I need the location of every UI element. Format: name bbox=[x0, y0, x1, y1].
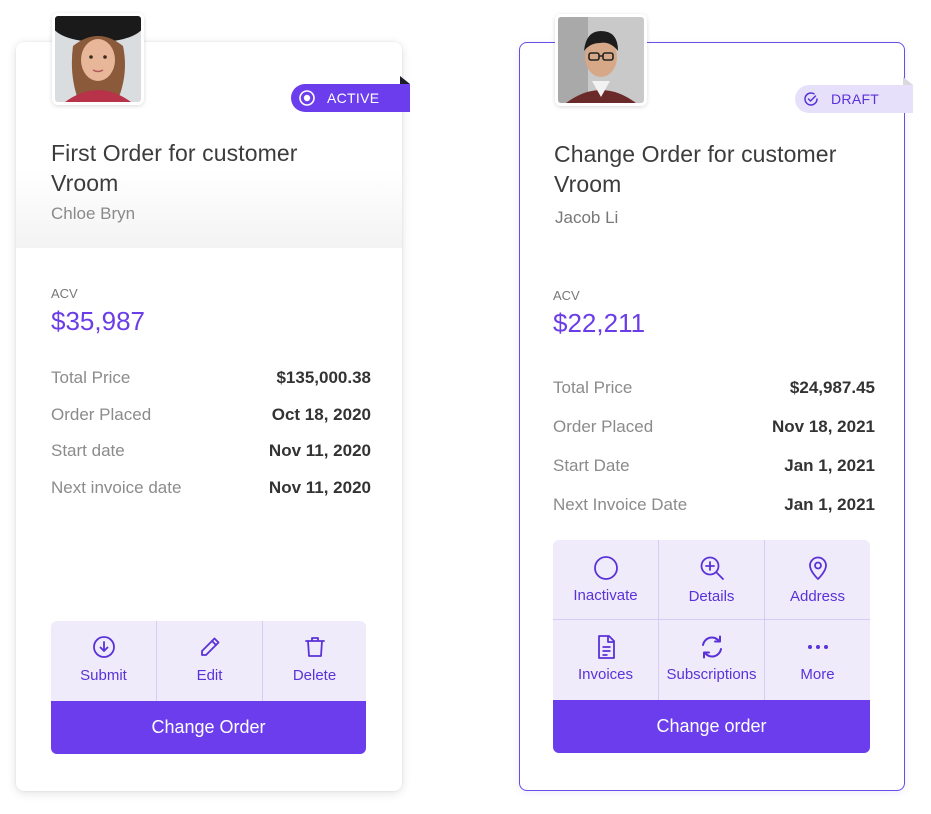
status-badge-label: DRAFT bbox=[831, 91, 880, 107]
action-label: Submit bbox=[80, 667, 127, 684]
customer-name: Chloe Bryn bbox=[51, 204, 136, 223]
detail-value: $135,000.38 bbox=[276, 368, 371, 387]
detail-value: $24,987.45 bbox=[789, 378, 875, 397]
detail-label: Start Date bbox=[553, 456, 630, 475]
acv-label: ACV bbox=[51, 286, 78, 301]
badge-fold bbox=[903, 77, 913, 85]
detail-row-order-placed: Order Placed Oct 18, 2020 bbox=[51, 405, 371, 425]
refresh-icon bbox=[699, 634, 725, 660]
action-label: Invoices bbox=[577, 666, 634, 683]
status-badge-active: ACTIVE bbox=[291, 84, 410, 112]
order-title: Change Order for customer Vroom bbox=[554, 141, 837, 197]
detail-value: Oct 18, 2020 bbox=[271, 405, 371, 424]
detail-label: Start date bbox=[51, 441, 125, 460]
detail-label: Next invoice date bbox=[51, 478, 182, 497]
trash-icon bbox=[303, 635, 327, 659]
subscriptions-button[interactable]: Subscriptions bbox=[659, 634, 764, 683]
zoom-in-icon bbox=[699, 555, 725, 581]
acv-value: $22,211 bbox=[553, 308, 646, 338]
detail-label: Total Price bbox=[553, 378, 633, 397]
badge-fold bbox=[400, 76, 410, 84]
address-button[interactable]: Address bbox=[765, 555, 870, 605]
acv-value: $35,987 bbox=[51, 306, 145, 336]
detail-label: Total Price bbox=[51, 368, 131, 387]
download-circle-icon bbox=[92, 635, 116, 659]
action-label: Address bbox=[789, 588, 846, 605]
detail-row-start-date: Start Date Jan 1, 2021 bbox=[553, 456, 875, 476]
inactivate-button[interactable]: Inactivate bbox=[553, 555, 658, 604]
divider bbox=[553, 619, 870, 620]
detail-label: Next Invoice Date bbox=[553, 495, 688, 514]
document-icon bbox=[593, 634, 619, 660]
status-badge-label: ACTIVE bbox=[327, 90, 380, 106]
detail-value: Nov 11, 2020 bbox=[268, 441, 371, 460]
pencil-icon bbox=[198, 635, 222, 659]
invoices-button[interactable]: Invoices bbox=[553, 634, 658, 683]
detail-label: Order Placed bbox=[553, 417, 654, 436]
detail-value: Nov 11, 2020 bbox=[268, 478, 371, 497]
order-card-active: ACTIVE First Order for customer Vroom Chl… bbox=[16, 42, 410, 791]
action-grid: Inactivate Details Address Invoices Subs… bbox=[553, 540, 870, 700]
detail-row-total-price: Total Price $135,000.38 bbox=[51, 368, 371, 388]
more-dots-icon bbox=[805, 634, 831, 660]
edit-button[interactable]: Edit bbox=[157, 635, 262, 684]
detail-row-order-placed: Order Placed Nov 18, 2021 bbox=[553, 417, 875, 437]
detail-value: Jan 1, 2021 bbox=[784, 495, 875, 514]
detail-row-next-invoice-date: Next invoice date Nov 11, 2020 bbox=[51, 478, 371, 498]
status-badge-draft: DRAFT bbox=[795, 85, 913, 113]
detail-row-total-price: Total Price $24,987.45 bbox=[553, 378, 875, 398]
detail-value: Nov 18, 2021 bbox=[771, 417, 875, 436]
order-card-draft: DRAFT Change Order for customer Vroom Jac… bbox=[519, 42, 913, 791]
action-grid: Submit Edit Delete bbox=[51, 621, 366, 701]
action-label: Inactivate bbox=[573, 587, 638, 604]
map-pin-icon bbox=[805, 555, 831, 581]
submit-button[interactable]: Submit bbox=[51, 635, 156, 684]
change-order-button[interactable]: Change Order bbox=[51, 701, 366, 754]
delete-button[interactable]: Delete bbox=[263, 635, 366, 684]
action-label: Delete bbox=[292, 667, 337, 684]
action-label: Subscriptions bbox=[666, 666, 757, 683]
detail-row-start-date: Start date Nov 11, 2020 bbox=[51, 441, 371, 461]
customer-name: Jacob Li bbox=[555, 208, 619, 227]
details-button[interactable]: Details bbox=[659, 555, 764, 605]
action-label: Details bbox=[688, 588, 735, 605]
more-button[interactable]: More bbox=[765, 634, 870, 683]
avatar bbox=[52, 13, 144, 105]
action-label: Edit bbox=[196, 667, 223, 684]
order-title: First Order for customer Vroom bbox=[51, 140, 298, 196]
avatar bbox=[555, 14, 647, 106]
target-icon bbox=[299, 90, 315, 106]
acv-label: ACV bbox=[553, 288, 580, 303]
detail-row-next-invoice-date: Next Invoice Date Jan 1, 2021 bbox=[553, 495, 875, 515]
change-order-button[interactable]: Change order bbox=[553, 700, 870, 753]
progress-circle-icon bbox=[803, 91, 819, 107]
action-label: More bbox=[800, 666, 835, 683]
detail-value: Jan 1, 2021 bbox=[784, 456, 875, 475]
detail-label: Order Placed bbox=[51, 405, 152, 424]
circle-icon bbox=[593, 555, 619, 581]
